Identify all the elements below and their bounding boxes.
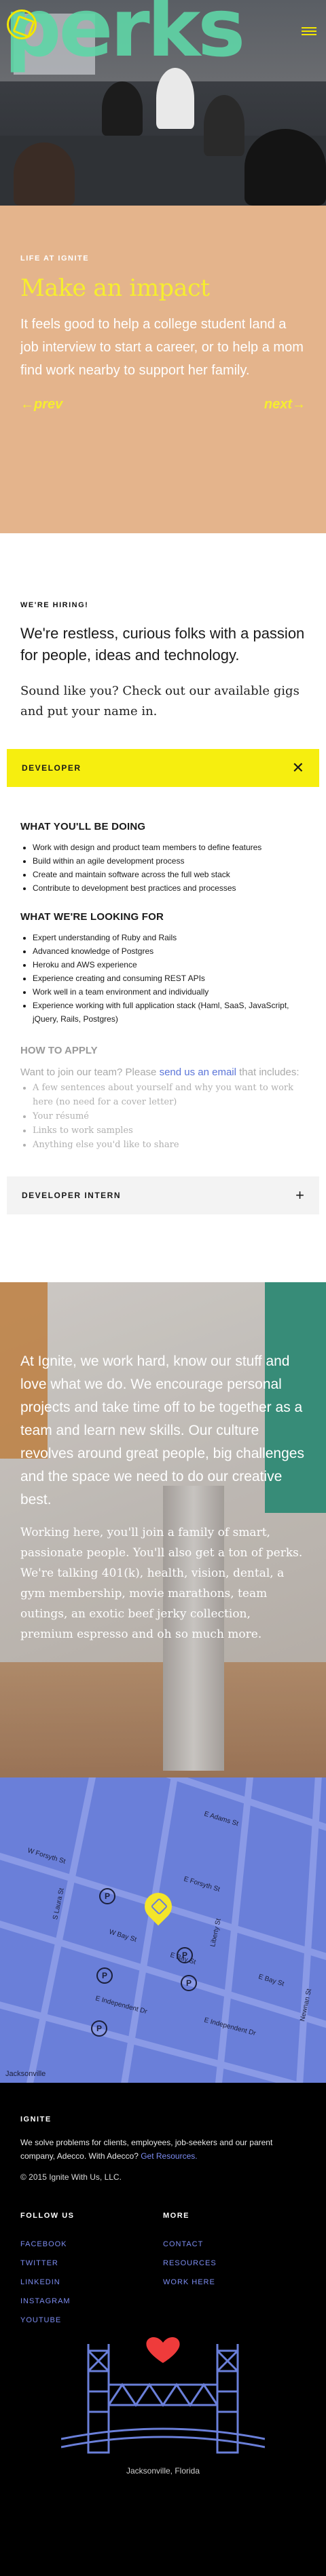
- apply-intro: Want to join our team? Please send us an…: [20, 1064, 306, 1081]
- apply-intro-text: that includes:: [236, 1066, 300, 1078]
- contact-link[interactable]: CONTACT: [163, 2235, 306, 2254]
- street-label: E Forsyth St: [183, 1875, 221, 1893]
- todo-list: Work with design and product team member…: [20, 841, 306, 895]
- list-item: Work with design and product team member…: [33, 841, 306, 854]
- hero-banner: perks: [0, 0, 326, 206]
- list-item: Expert understanding of Ruby and Rails: [33, 931, 306, 944]
- email-link[interactable]: send us an email: [160, 1066, 236, 1078]
- social-link-twitter[interactable]: TWITTER: [20, 2254, 163, 2273]
- footer-columns: FOLLOW US FACEBOOK TWITTER LINKEDIN INST…: [20, 2212, 306, 2330]
- job-title: DEVELOPER INTERN: [22, 1191, 122, 1200]
- culture-para-2: Working here, you'll join a family of sm…: [20, 1526, 303, 1641]
- street-label: E Bay St: [257, 1973, 285, 1988]
- impact-eyebrow: LIFE AT IGNITE: [20, 254, 90, 263]
- hero-photo-person: [102, 81, 143, 136]
- list-item: Heroku and AWS experience: [33, 958, 306, 972]
- follow-column: FOLLOW US FACEBOOK TWITTER LINKEDIN INST…: [20, 2212, 163, 2330]
- social-link-instagram[interactable]: INSTAGRAM: [20, 2292, 163, 2311]
- more-heading: MORE: [163, 2212, 189, 2220]
- looking-heading: WHAT WE'RE LOOKING FOR: [20, 911, 164, 923]
- social-link-facebook[interactable]: FACEBOOK: [20, 2235, 163, 2254]
- copyright: © 2015 Ignite With Us, LLC.: [20, 2172, 122, 2182]
- looking-list: Expert understanding of Ruby and Rails A…: [20, 931, 306, 1026]
- impact-heading: Make an impact: [20, 275, 210, 302]
- culture-section: At Ignite, we work hard, know our stuff …: [0, 1282, 326, 1777]
- location-map[interactable]: P P P P P E Adams St W Forsyth St E Fors…: [0, 1777, 326, 2083]
- job-title: DEVELOPER: [22, 763, 82, 773]
- hero-photo-person: [14, 142, 75, 206]
- parking-icon: P: [105, 1891, 110, 1901]
- street-label: W Bay St: [108, 1928, 137, 1944]
- city-label: Jacksonville: [5, 2070, 46, 2078]
- map-streets: P P P P P E Adams St W Forsyth St E Fors…: [0, 1777, 326, 2083]
- footer-city: Jacksonville, Florida: [126, 2466, 200, 2476]
- close-icon[interactable]: ✕: [292, 761, 304, 775]
- parking-icon: P: [96, 2024, 102, 2033]
- social-link-linkedin[interactable]: LINKEDIN: [20, 2273, 163, 2292]
- list-item: A few sentences about yourself and why y…: [33, 1081, 306, 1109]
- hiring-section: WE'RE HIRING! We're restless, curious fo…: [0, 533, 326, 722]
- resources-nav-link[interactable]: RESOURCES: [163, 2254, 306, 2273]
- parking-icon: P: [186, 1978, 192, 1988]
- next-link[interactable]: next→: [264, 397, 306, 412]
- hero-photo-person: [244, 129, 326, 206]
- resources-link[interactable]: Get Resources.: [141, 2151, 197, 2161]
- job-accordion-developer[interactable]: DEVELOPER ✕: [7, 749, 319, 787]
- prev-link[interactable]: ←prev: [20, 397, 62, 412]
- impact-nav: ←prev next→: [20, 397, 306, 412]
- impact-body: It feels good to help a college student …: [20, 317, 304, 378]
- bridge-heart-icon: [61, 2337, 265, 2454]
- culture-text: At Ignite, we work hard, know our stuff …: [20, 1350, 306, 1645]
- parking-icon: P: [102, 1971, 107, 1980]
- hiring-lead: We're restless, curious folks with a pas…: [20, 625, 305, 664]
- apply-list: A few sentences about yourself and why y…: [20, 1081, 306, 1152]
- todo-heading: WHAT YOU'LL BE DOING: [20, 821, 146, 832]
- ignite-logo[interactable]: [7, 9, 37, 39]
- job-details: WHAT YOU'LL BE DOING Work with design an…: [0, 787, 326, 1152]
- list-item: Experience working with full application…: [33, 999, 306, 1026]
- hero-photo-person: [204, 95, 244, 156]
- hero-photo-person: [156, 68, 194, 129]
- follow-heading: FOLLOW US: [20, 2212, 75, 2220]
- site-footer: IGNITE We solve problems for clients, em…: [0, 2083, 326, 2576]
- more-column: MORE CONTACT RESOURCES WORK HERE: [163, 2212, 306, 2330]
- list-item: Advanced knowledge of Postgres: [33, 944, 306, 958]
- list-item: Anything else you'd like to share: [33, 1138, 306, 1152]
- list-item: Contribute to development best practices…: [33, 881, 306, 895]
- footer-about: We solve problems for clients, employees…: [20, 2136, 306, 2163]
- list-item: Work well in a team environment and indi…: [33, 985, 306, 999]
- list-item: Experience creating and consuming REST A…: [33, 972, 306, 985]
- apply-heading: HOW TO APPLY: [20, 1045, 98, 1056]
- street-label: E Adams St: [203, 1810, 239, 1828]
- apply-intro-text: Want to join our team? Please: [20, 1066, 160, 1078]
- hiring-eyebrow: WE'RE HIRING!: [20, 601, 89, 609]
- impact-section: LIFE AT IGNITE Make an impact It feels g…: [0, 206, 326, 533]
- street-label: E Independent Dr: [203, 2016, 257, 2037]
- menu-icon[interactable]: [302, 27, 316, 35]
- footer-brand: IGNITE: [20, 2115, 52, 2123]
- job-accordion-developer-intern[interactable]: DEVELOPER INTERN +: [7, 1176, 319, 1214]
- perks-headline: perks: [4, 0, 245, 75]
- list-item: Your résumé: [33, 1109, 306, 1123]
- plus-icon[interactable]: +: [295, 1188, 304, 1203]
- list-item: Create and maintain software across the …: [33, 868, 306, 881]
- work-here-link[interactable]: WORK HERE: [163, 2273, 306, 2292]
- culture-para-1: At Ignite, we work hard, know our stuff …: [20, 1353, 304, 1507]
- list-item: Links to work samples: [33, 1123, 306, 1138]
- hiring-sub: Sound like you? Check out our available …: [20, 684, 300, 718]
- list-item: Build within an agile development proces…: [33, 854, 306, 868]
